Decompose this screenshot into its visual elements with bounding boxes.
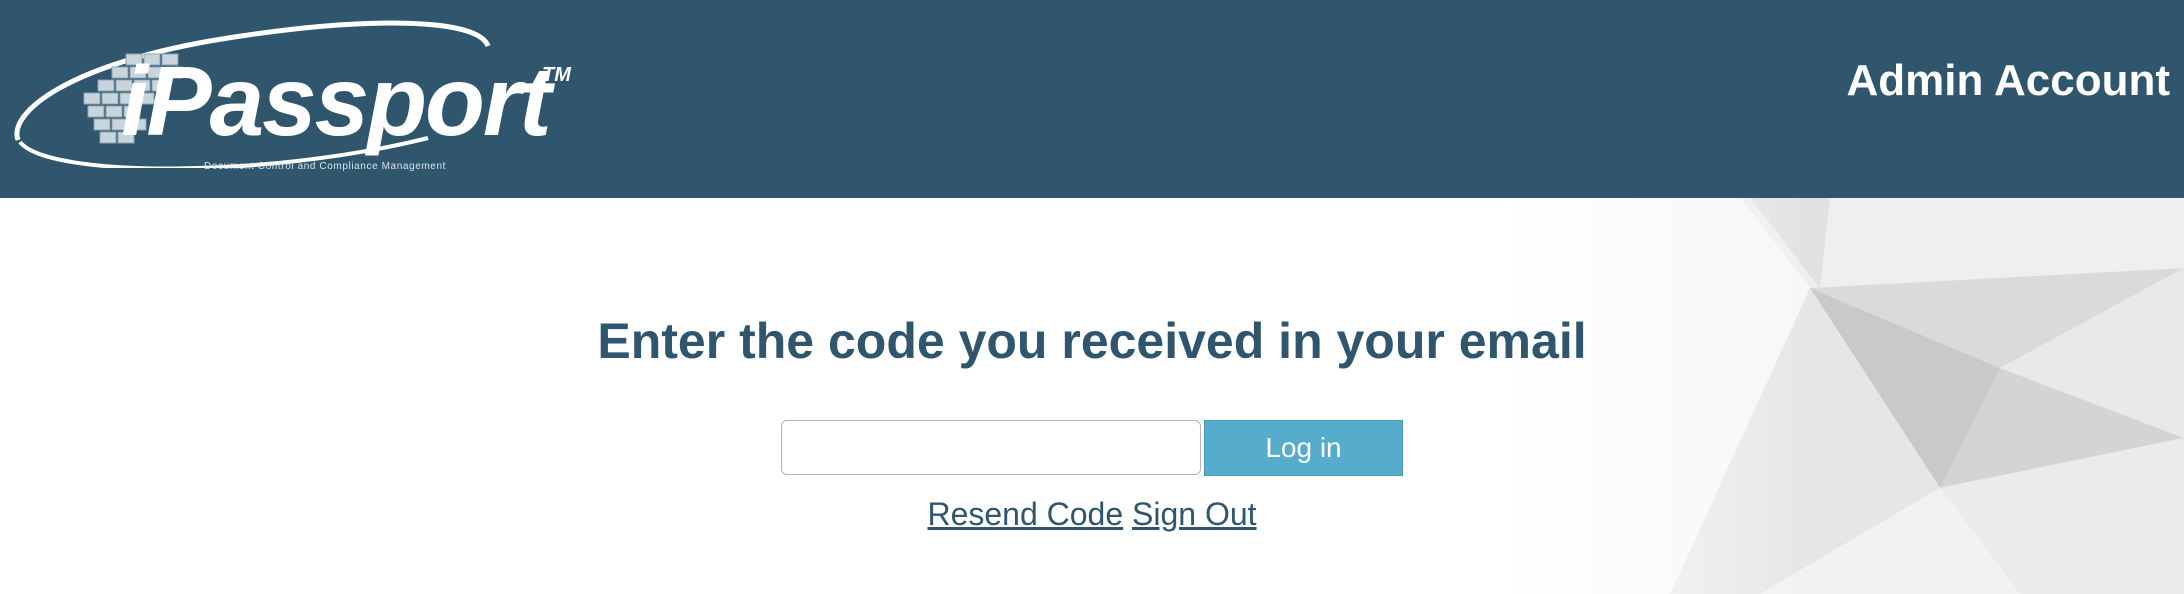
page-heading: Enter the code you received in your emai…	[597, 313, 1587, 369]
page: iPassport TM Document Control and Compli…	[0, 0, 2184, 594]
auth-links: Resend Code Sign Out	[0, 496, 2184, 533]
sign-out-link[interactable]: Sign Out	[1132, 496, 1257, 532]
login-button[interactable]: Log in	[1204, 420, 1403, 476]
account-title: Admin Account	[1846, 56, 2170, 105]
logo-trademark: TM	[542, 64, 571, 86]
ipassport-logo: iPassport TM Document Control and Compli…	[8, 18, 608, 172]
resend-code-link[interactable]: Resend Code	[927, 496, 1123, 532]
logo-brand-text: iPassport	[121, 46, 552, 156]
verification-code-input[interactable]	[781, 420, 1201, 475]
logo-tagline: Document Control and Compliance Manageme…	[204, 161, 446, 172]
header-bar: iPassport TM Document Control and Compli…	[0, 0, 2184, 198]
background-polygon-art	[1500, 198, 2184, 594]
